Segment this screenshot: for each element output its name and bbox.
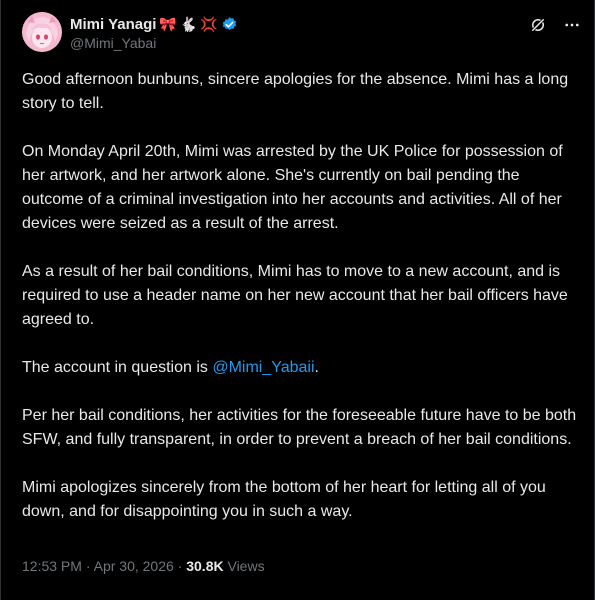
views-count[interactable]: 30.8K [186,558,223,574]
paragraph-4: The account in question is @Mimi_Yabaii. [22,356,582,380]
more-icon[interactable] [562,15,582,35]
author-names: Mimi Yanagi 🎀 🐇 💢 @Mimi_Yabai [70,14,238,51]
tweet-text: Good afternoon bunbuns, sincere apologie… [22,68,582,548]
timestamp-time[interactable]: 12:53 PM [22,558,82,574]
paragraph-6: Mimi apologizes sincerely from the botto… [22,479,546,520]
paragraph-4-prefix: The account in question is [22,359,213,376]
mention-link[interactable]: @Mimi_Yabaii [212,359,314,376]
anger-emoji: 💢 [200,16,218,32]
paragraph-2: On Monday April 20th, Mimi was arrested … [22,143,563,232]
tweet-card: Mimi Yanagi 🎀 🐇 💢 @Mimi_Yabai Good after… [0,0,595,600]
tweet-header: Mimi Yanagi 🎀 🐇 💢 @Mimi_Yabai [22,12,582,56]
paragraph-4-suffix: . [314,359,319,376]
display-name-row: Mimi Yanagi 🎀 🐇 💢 [70,14,238,34]
tweet-meta: 12:53 PM · Apr 30, 2026 · 30.8K Views [22,558,265,574]
meta-separator-2: · [173,558,187,574]
header-actions [528,15,582,35]
paragraph-5: Per her bail conditions, her activities … [22,407,577,448]
rabbit-emoji: 🐇 [179,16,198,32]
verified-badge-icon[interactable] [221,16,238,33]
paragraph-3: As a result of her bail conditions, Mimi… [22,263,568,328]
anime-avatar-icon[interactable] [22,12,62,52]
timestamp-date[interactable]: Apr 30, 2026 [94,558,174,574]
meta-separator: · [81,558,94,574]
grok-icon[interactable] [528,15,548,35]
author-handle[interactable]: @Mimi_Yabai [70,35,238,51]
paragraph-1: Good afternoon bunbuns, sincere apologie… [22,71,569,112]
views-label: Views [223,558,265,574]
ribbon-emoji: 🎀 [159,16,177,32]
display-name[interactable]: Mimi Yanagi [70,16,156,33]
